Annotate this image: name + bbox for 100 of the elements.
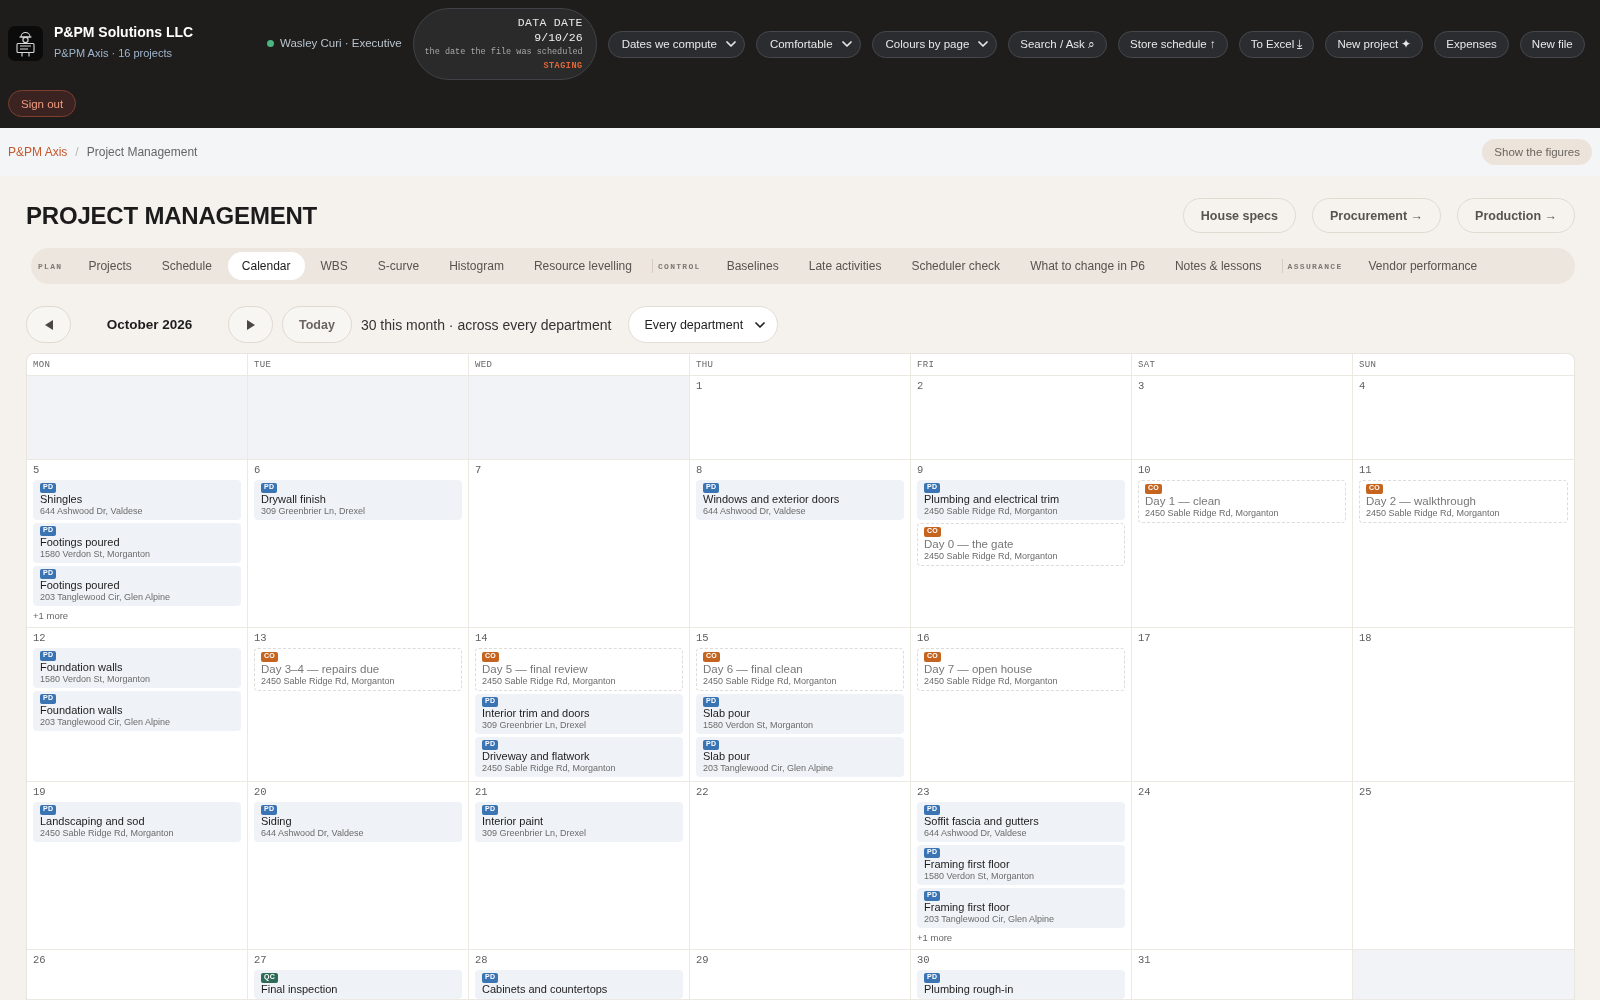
- more-events-link[interactable]: +1 more: [33, 609, 69, 623]
- month-summary: 30 this month · across every department: [360, 316, 612, 333]
- weekday-label: WED: [475, 359, 493, 370]
- header-button[interactable]: New file: [1519, 30, 1585, 58]
- event-title: Foundation walls: [40, 704, 123, 717]
- tab[interactable]: What to change in P6: [1015, 252, 1160, 280]
- header-button[interactable]: New project ✦: [1325, 30, 1424, 58]
- event-address: 1580 Verdon St, Morganton: [924, 871, 1035, 882]
- day-number: 7: [475, 464, 482, 477]
- tab[interactable]: Resource levelling: [518, 252, 647, 280]
- page-title: PROJECT MANAGEMENT: [26, 201, 318, 230]
- tab[interactable]: Projects: [73, 252, 147, 280]
- event-address: 2450 Sable Ridge Rd, Morganton: [924, 506, 1058, 517]
- day-number: 12: [33, 632, 46, 645]
- sign-out-button[interactable]: Sign out: [8, 90, 77, 117]
- tab[interactable]: Calendar: [227, 252, 305, 280]
- chevron-down-icon: [755, 321, 766, 328]
- workspace-subtitle: P&PM Axis · 16 projects: [54, 46, 173, 60]
- header-button[interactable]: Store schedule ↑: [1118, 30, 1228, 58]
- event-title: Drywall finish: [261, 493, 326, 506]
- event-title: Siding: [261, 815, 292, 828]
- event-title: Footings poured: [40, 536, 120, 549]
- tab-group-label: ASSURANCE: [1286, 261, 1344, 271]
- event-address: 203 Tanglewood Cir, Glen Alpine: [703, 763, 833, 774]
- event-title: Plumbing rough-in: [924, 983, 1014, 996]
- event-address: 644 Ashwood Dr, Valdese: [924, 828, 1027, 839]
- weekday-label: TUE: [254, 359, 272, 370]
- today-button[interactable]: Today: [282, 306, 352, 343]
- event-address: 1580 Verdon St, Morganton: [40, 674, 151, 685]
- tab[interactable]: Vendor performance: [1353, 252, 1493, 280]
- show-figures-button[interactable]: Show the figures: [1482, 139, 1592, 165]
- day-number: 18: [1359, 632, 1372, 645]
- day-number: 11: [1359, 464, 1372, 477]
- dropdown[interactable]: Dates we compute: [607, 30, 745, 58]
- event-title: Shingles: [40, 493, 83, 506]
- dropdown[interactable]: Comfortable: [755, 30, 861, 58]
- event-address: 644 Ashwood Dr, Valdese: [703, 506, 806, 517]
- day-number: 25: [1359, 786, 1372, 799]
- more-events-link[interactable]: +1 more: [917, 931, 953, 945]
- day-number: 20: [254, 786, 267, 799]
- next-month-button[interactable]: [228, 306, 273, 343]
- event-title: Framing first floor: [924, 901, 1010, 914]
- tab-group-label: PLAN: [37, 261, 64, 271]
- triangle-left-icon: [43, 318, 54, 331]
- page-link-button[interactable]: Procurement →: [1311, 198, 1442, 233]
- event-title: Plumbing and electrical trim: [924, 493, 1060, 506]
- event-address: 2450 Sable Ridge Rd, Morganton: [703, 676, 837, 687]
- day-number: 9: [917, 464, 924, 477]
- page-link-button[interactable]: Production →: [1457, 198, 1575, 233]
- event-title: Slab pour: [703, 750, 751, 763]
- day-number: 26: [33, 954, 46, 967]
- day-number: 3: [1138, 380, 1145, 393]
- event-address: 203 Tanglewood Cir, Glen Alpine: [40, 717, 170, 728]
- department-dropdown[interactable]: Every department: [628, 306, 779, 343]
- event-address: 2450 Sable Ridge Rd, Morganton: [924, 676, 1058, 687]
- weekday-label: SAT: [1138, 359, 1156, 370]
- day-number: 4: [1359, 380, 1366, 393]
- event-title: Interior trim and doors: [482, 707, 590, 720]
- event-title: Footings poured: [40, 579, 120, 592]
- chevron-down-icon: [978, 41, 989, 47]
- event-address: 1580 Verdon St, Morganton: [40, 549, 151, 560]
- event-title: Day 7 — open house: [924, 662, 1033, 676]
- page-link-button[interactable]: House specs: [1182, 198, 1296, 233]
- day-number: 8: [696, 464, 703, 477]
- event-title: Day 0 — the gate: [924, 537, 1014, 551]
- event-title: Windows and exterior doors: [703, 493, 840, 506]
- event-address: 309 Greenbrier Ln, Drexel: [482, 720, 587, 731]
- event-title: Interior paint: [482, 815, 544, 828]
- dropdown[interactable]: Colours by page: [871, 30, 998, 58]
- day-number: 1: [696, 380, 703, 393]
- tab[interactable]: Schedule: [146, 252, 227, 280]
- day-number: 27: [254, 954, 267, 967]
- data-date-value: 9/10/26: [534, 30, 583, 45]
- day-number: 2: [917, 380, 924, 393]
- tab[interactable]: WBS: [305, 252, 363, 280]
- triangle-right-icon: [245, 318, 256, 331]
- event-address: 2450 Sable Ridge Rd, Morganton: [261, 676, 395, 687]
- weekday-label: MON: [33, 359, 51, 370]
- user-name: Wasley Curi · Executive: [280, 37, 402, 49]
- event-title: Foundation walls: [40, 661, 123, 674]
- tab[interactable]: Scheduler check: [896, 252, 1016, 280]
- event-address: 2450 Sable Ridge Rd, Morganton: [924, 551, 1058, 562]
- header-button[interactable]: Expenses: [1434, 30, 1509, 58]
- header-button[interactable]: Search / Ask ⌕: [1008, 30, 1108, 58]
- day-number: 28: [475, 954, 488, 967]
- breadcrumb-link[interactable]: P&PM Axis: [8, 145, 68, 159]
- previous-month-button[interactable]: [26, 306, 71, 343]
- weekday-label: FRI: [917, 359, 935, 370]
- tab[interactable]: Notes & lessons: [1159, 252, 1277, 280]
- event-title: Day 6 — final clean: [703, 662, 803, 676]
- tab[interactable]: Baselines: [711, 252, 794, 280]
- day-number: 17: [1138, 632, 1151, 645]
- day-number: 24: [1138, 786, 1151, 799]
- event-title: Slab pour: [703, 707, 751, 720]
- event-title: Day 3–4 — repairs due: [261, 662, 380, 676]
- event-title: Framing first floor: [924, 858, 1010, 871]
- tab[interactable]: Histogram: [434, 252, 519, 280]
- tab[interactable]: S-curve: [362, 252, 435, 280]
- tab[interactable]: Late activities: [793, 252, 897, 280]
- header-button[interactable]: To Excel ⤓: [1238, 30, 1315, 58]
